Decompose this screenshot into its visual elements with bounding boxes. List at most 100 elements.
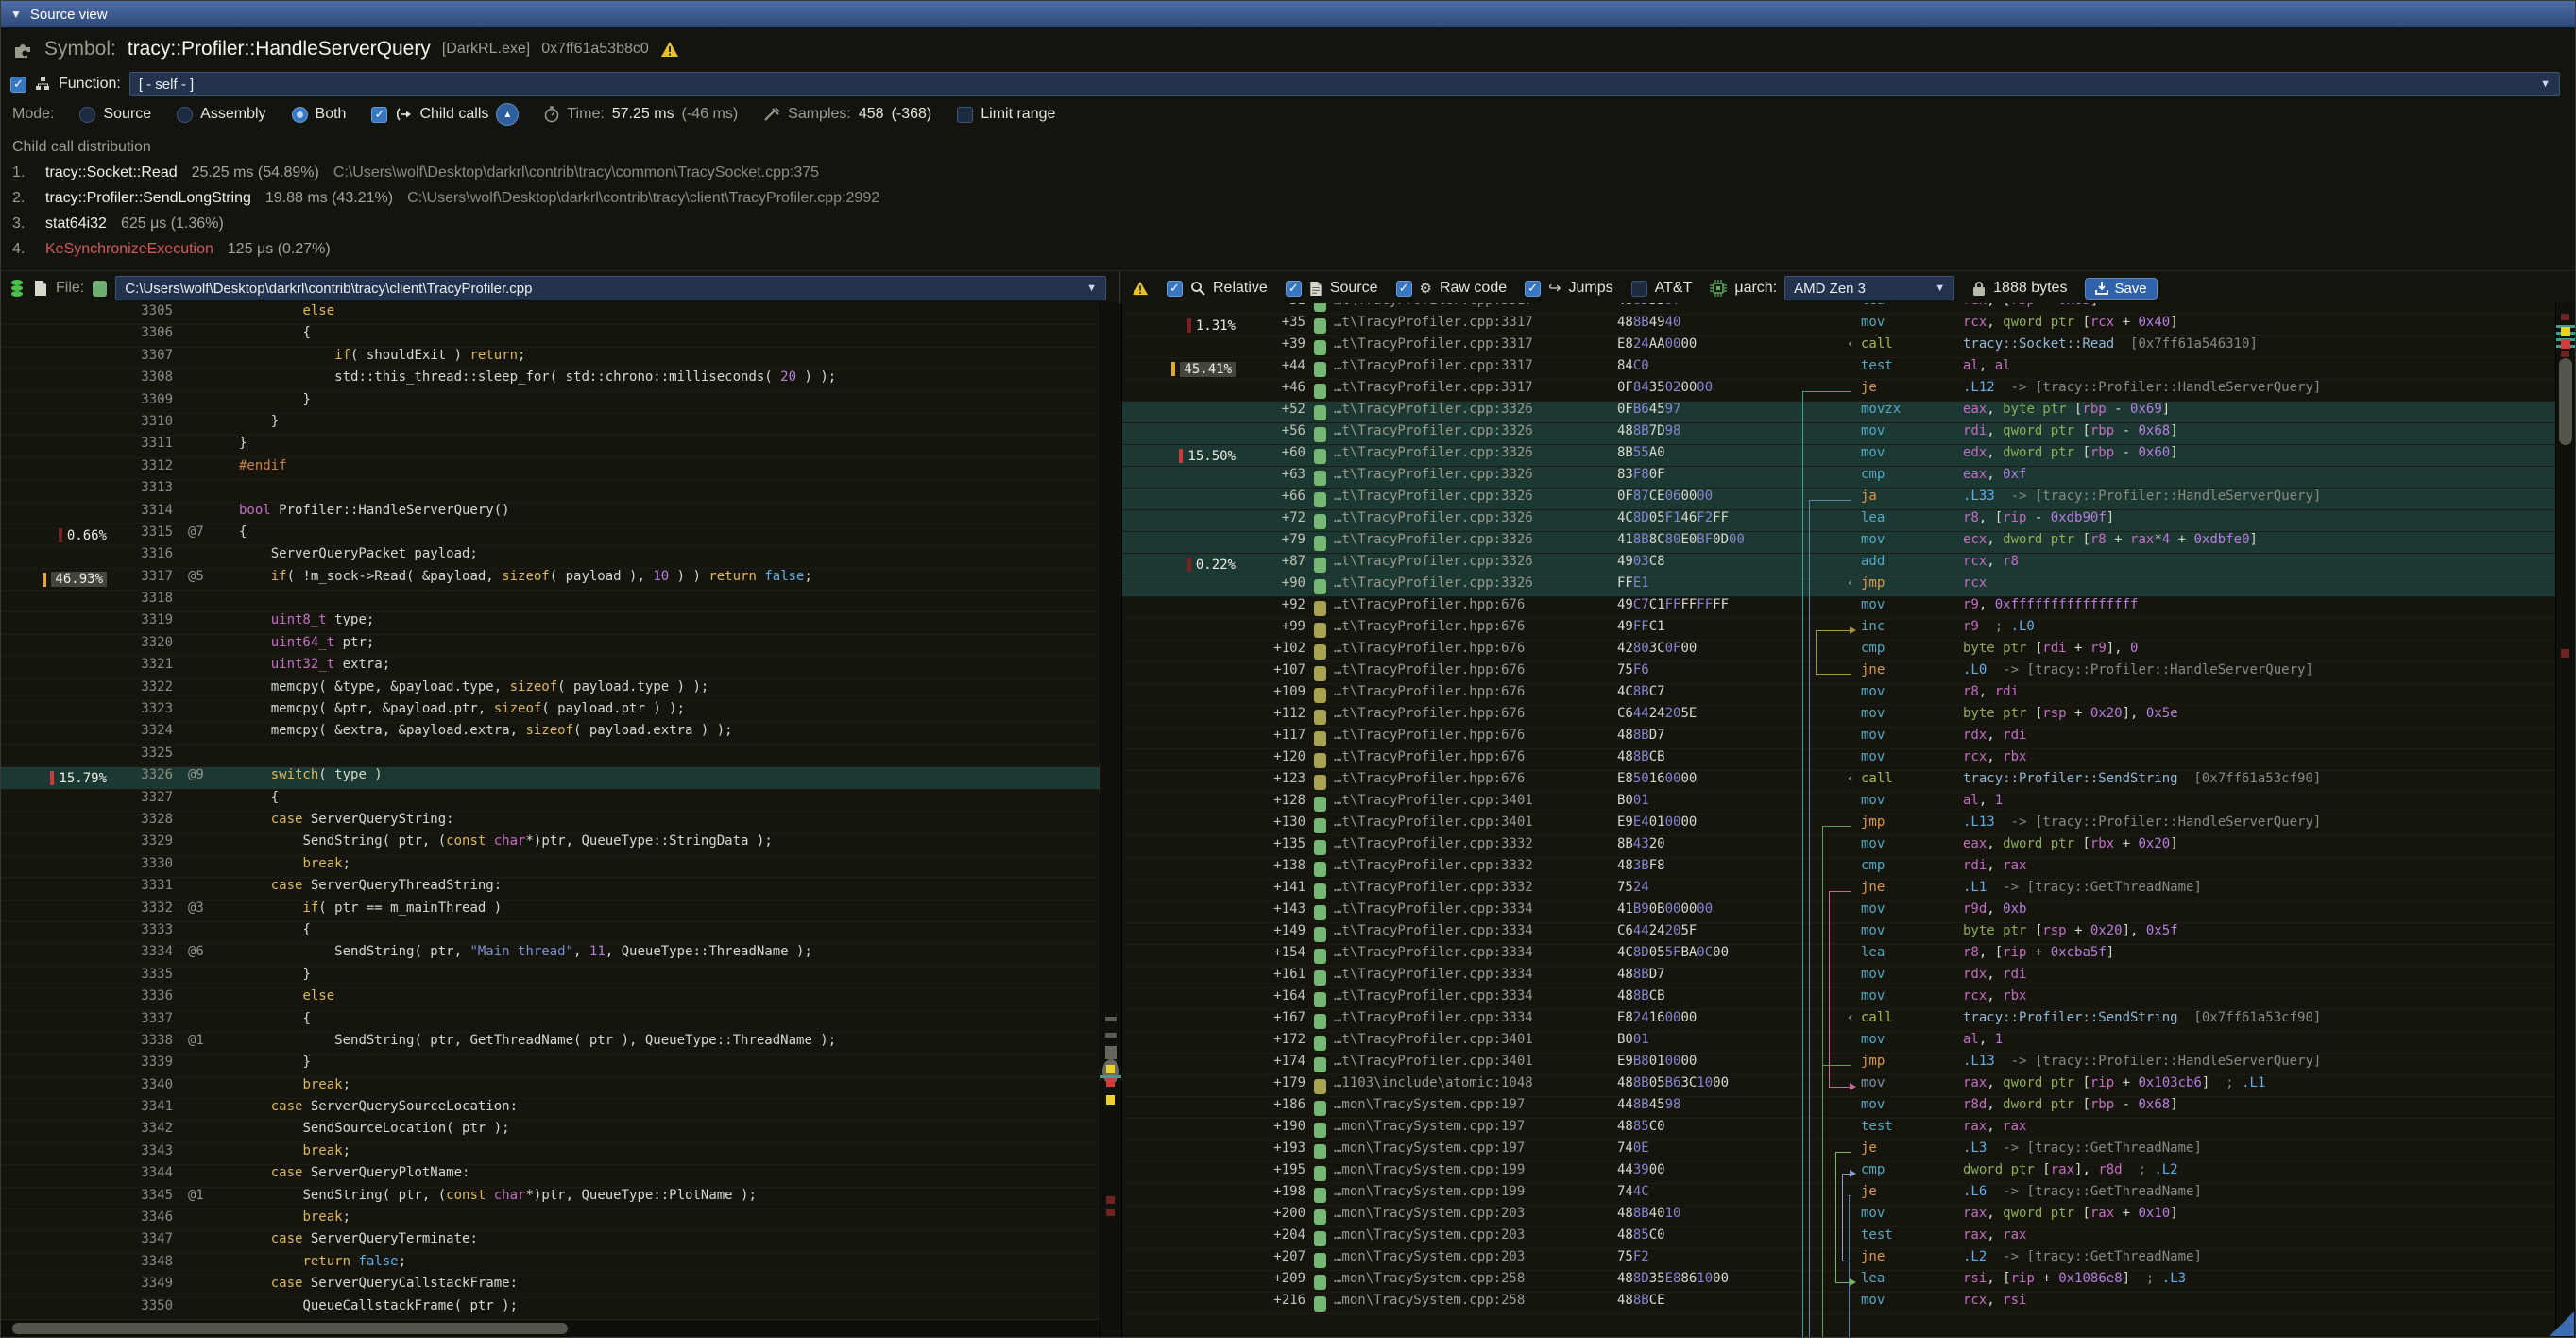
assembly-row[interactable]: +161…t\TracyProfiler.cpp:3334488BD7movrd… [1122,967,2556,988]
assembly-row[interactable]: 15.50%+60…t\TracyProfiler.cpp:33268B55A0… [1122,445,2556,467]
source-row[interactable]: 3322 memcpy( &type, &payload.type, sizeo… [1,679,1100,701]
source-horizontal-scrollbar[interactable] [1,1319,1100,1337]
source-row[interactable]: 3330 break; [1,856,1100,878]
assembly-row[interactable]: +186…mon\TracySystem.cpp:197448B4598movr… [1122,1097,2556,1119]
child-call-item[interactable]: 4.KeSynchronizeExecution125 μs (0.27%) [12,236,2564,262]
source-row[interactable]: 3324 memcpy( &extra, &payload.extra, siz… [1,723,1100,745]
assembly-row[interactable]: +109…t\TracyProfiler.hpp:6764C8BC7movr8,… [1122,684,2556,706]
source-vertical-scrollbar[interactable] [1100,303,1122,1337]
assembly-row[interactable]: +46…t\TracyProfiler.cpp:33170F8435020000… [1122,380,2556,402]
source-row[interactable]: 0.66%3315@7{ [1,524,1100,546]
child-call-item[interactable]: 1.tracy::Socket::Read25.25 ms (54.89%)C:… [12,160,2564,185]
source-checkbox[interactable]: ✓ [1286,281,1302,297]
assembly-row[interactable]: +128…t\TracyProfiler.cpp:3401B001moval, … [1122,793,2556,815]
scrollbar-thumb[interactable] [12,1323,568,1334]
limit-range-checkbox[interactable] [957,107,973,123]
source-row[interactable]: 3313 [1,480,1100,502]
assembly-row[interactable]: +167…t\TracyProfiler.cpp:3334E824160000‹… [1122,1010,2556,1032]
assembly-row[interactable]: +138…t\TracyProfiler.cpp:3332483BF8cmprd… [1122,858,2556,880]
source-row[interactable]: 3305 else [1,303,1100,325]
titlebar[interactable]: ▼ Source view [1,1,2575,28]
source-row[interactable]: 3348 return false; [1,1254,1100,1276]
child-call-item[interactable]: 3.stat64i32625 μs (1.36%) [12,211,2564,236]
save-button[interactable]: Save [2085,278,2157,300]
assembly-row[interactable]: +179…1103\include\atomic:1048488B05B63C1… [1122,1075,2556,1097]
relative-toggle[interactable]: ✓ Relative [1167,280,1268,297]
source-row[interactable]: 3333 { [1,922,1100,944]
raw-code-toggle[interactable]: ✓ ⚙ Raw code [1396,280,1508,297]
source-row[interactable]: 3309 } [1,392,1100,414]
assembly-row[interactable]: +193…mon\TracySystem.cpp:197740Eje.L3 ->… [1122,1141,2556,1162]
assembly-row[interactable]: +117…t\TracyProfiler.hpp:676488BD7movrdx… [1122,728,2556,749]
assembly-row[interactable]: 1.31%+35…t\TracyProfiler.cpp:3317488B494… [1122,315,2556,336]
source-row[interactable]: 3311} [1,436,1100,457]
collapse-icon[interactable]: ▼ [10,8,22,21]
assembly-row[interactable]: +52…t\TracyProfiler.cpp:33260FB64597movz… [1122,402,2556,423]
assembly-row[interactable]: +39…t\TracyProfiler.cpp:3317E824AA0000‹c… [1122,336,2556,358]
source-row[interactable]: 3340 break; [1,1077,1100,1099]
source-row[interactable]: 3328 case ServerQueryString: [1,812,1100,833]
assembly-row[interactable]: 45.41%+44…t\TracyProfiler.cpp:331784C0te… [1122,358,2556,380]
assembly-row[interactable]: +216…mon\TracySystem.cpp:258488BCEmovrcx… [1122,1293,2556,1314]
source-row[interactable]: 3312#endif [1,458,1100,480]
assembly-vertical-scrollbar[interactable] [2555,303,2575,1337]
assembly-row[interactable]: 0.22%+87…t\TracyProfiler.cpp:33264903C8a… [1122,554,2556,575]
source-row[interactable]: 3332@3 if( ptr == m_mainThread ) [1,901,1100,922]
source-row[interactable]: 3307 if( shouldExit ) return; [1,348,1100,369]
assembly-row[interactable]: +172…t\TracyProfiler.cpp:3401B001moval, … [1122,1032,2556,1054]
assembly-row[interactable]: +135…t\TracyProfiler.cpp:33328B4320movea… [1122,836,2556,858]
assembly-row[interactable]: +149…t\TracyProfiler.cpp:3334C64424205Fm… [1122,923,2556,945]
source-row[interactable]: 3308 std::this_thread::sleep_for( std::c… [1,369,1100,391]
assembly-row[interactable]: +198…mon\TracySystem.cpp:199744Cje.L6 ->… [1122,1184,2556,1206]
source-row[interactable]: 3334@6 SendString( ptr, "Main thread", 1… [1,944,1100,966]
assembly-row[interactable]: +130…t\TracyProfiler.cpp:3401E9E4010000j… [1122,815,2556,836]
source-row[interactable]: 3345@1 SendString( ptr, (const char*)ptr… [1,1188,1100,1209]
radio-both[interactable] [292,107,308,123]
source-row[interactable]: 3323 memcpy( &ptr, &payload.ptr, sizeof(… [1,701,1100,723]
limit-range-toggle[interactable]: Limit range [957,106,1055,123]
att-toggle[interactable]: AT&T [1631,280,1693,297]
source-row[interactable]: 3331 case ServerQueryThreadString: [1,878,1100,900]
assembly-row[interactable]: +112…t\TracyProfiler.hpp:676C64424205Emo… [1122,706,2556,728]
source-row[interactable]: 3325 [1,746,1100,767]
source-row[interactable]: 3341 case ServerQuerySourceLocation: [1,1099,1100,1121]
assembly-row[interactable]: +90…t\TracyProfiler.cpp:3326FFE1‹jmprcx [1122,575,2556,597]
scrollbar-thumb[interactable] [2559,358,2572,445]
jumps-checkbox[interactable]: ✓ [1525,281,1541,297]
source-row[interactable]: 46.93%3317@5 if( !m_sock->Read( &payload… [1,569,1100,591]
relative-checkbox[interactable]: ✓ [1167,281,1183,297]
source-row[interactable]: 3339 } [1,1055,1100,1076]
child-call-item[interactable]: 2.tracy::Profiler::SendLongString19.88 m… [12,185,2564,211]
source-row[interactable]: 3321 uint32_t extra; [1,657,1100,678]
march-select[interactable]: AMD Zen 3 ▼ [1784,276,1954,300]
source-row[interactable]: 3310 } [1,414,1100,436]
assembly-row[interactable]: +31…t\TracyProfiler.cpp:3317488D5597lear… [1122,303,2556,315]
assembly-row[interactable]: +200…mon\TracySystem.cpp:203488B4010movr… [1122,1206,2556,1227]
resize-grip[interactable] [2550,1312,2574,1336]
source-row[interactable]: 3318 [1,591,1100,612]
child-calls-checkbox[interactable]: ✓ [371,107,387,123]
assembly-row[interactable]: +164…t\TracyProfiler.cpp:3334488BCBmovrc… [1122,988,2556,1010]
radio-assembly[interactable] [177,107,193,123]
att-checkbox[interactable] [1631,281,1647,297]
source-row[interactable]: 3346 break; [1,1209,1100,1231]
assembly-row[interactable]: +123…t\TracyProfiler.hpp:676E850160000‹c… [1122,771,2556,793]
assembly-row[interactable]: +102…t\TracyProfiler.hpp:67642803C0F00cm… [1122,641,2556,662]
source-row[interactable]: 3350 QueueCallstackFrame( ptr ); [1,1298,1100,1320]
child-calls-toggle[interactable]: ✓ Child calls ▲ [371,103,519,126]
assembly-row[interactable]: +72…t\TracyProfiler.cpp:33264C8D05F146F2… [1122,510,2556,532]
assembly-row[interactable]: +92…t\TracyProfiler.hpp:67649C7C1FFFFFFF… [1122,597,2556,619]
source-row[interactable]: 3343 break; [1,1143,1100,1165]
assembly-row[interactable]: +63…t\TracyProfiler.cpp:332683F80Fcmpeax… [1122,467,2556,489]
source-row[interactable]: 3349 case ServerQueryCallstackFrame: [1,1276,1100,1297]
function-select[interactable]: [ - self - ] ▼ [129,72,2560,96]
function-checkbox[interactable]: ✓ [10,77,26,93]
assembly-row[interactable]: +190…mon\TracySystem.cpp:1974885C0testra… [1122,1119,2556,1141]
assembly-row[interactable]: +209…mon\TracySystem.cpp:258488D35E88610… [1122,1271,2556,1293]
source-row[interactable]: 3335 } [1,967,1100,988]
assembly-row[interactable]: +195…mon\TracySystem.cpp:199443900cmpdwo… [1122,1162,2556,1184]
mode-option-source[interactable]: Source [79,106,151,123]
mode-option-assembly[interactable]: Assembly [177,106,265,123]
source-row[interactable]: 3344 case ServerQueryPlotName: [1,1165,1100,1187]
raw-code-checkbox[interactable]: ✓ [1396,281,1412,297]
